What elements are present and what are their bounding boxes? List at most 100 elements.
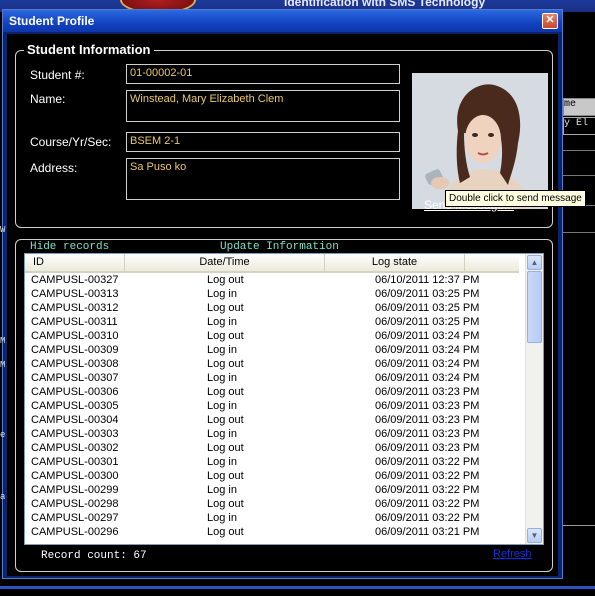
name-label: Name: <box>30 92 66 106</box>
background-fragment: W <box>0 225 6 235</box>
table-row[interactable]: CAMPUSL-00327 Log out 06/10/2011 12:37 PM <box>25 273 519 287</box>
row-id-cell: CAMPUSL-00301 <box>31 456 119 468</box>
student-photo-image <box>412 73 548 209</box>
row-log-state-cell: 06/09/2011 03:21 PM <box>375 526 480 538</box>
row-log-state-cell: 06/09/2011 03:22 PM <box>375 484 480 496</box>
row-id-cell: CAMPUSL-00303 <box>31 428 119 440</box>
table-row[interactable]: CAMPUSL-00310 Log out 06/09/2011 03:24 PM <box>25 329 519 343</box>
name-field[interactable]: Winstead, Mary Elizabeth Clem <box>126 90 400 122</box>
row-id-cell: CAMPUSL-00299 <box>31 484 119 496</box>
tooltip: Double click to send message <box>445 190 586 207</box>
table-row[interactable]: CAMPUSL-00298 Log out 06/09/2011 03:22 PM <box>25 497 519 511</box>
row-log-state-cell: 06/09/2011 03:22 PM <box>375 456 480 468</box>
column-header-datetime[interactable]: Date/Time <box>125 254 325 271</box>
row-log-state-cell: 06/09/2011 03:25 PM <box>375 302 480 314</box>
table-row[interactable]: CAMPUSL-00300 Log out 06/09/2011 03:22 PM <box>25 469 519 483</box>
row-log-state-cell: 06/09/2011 03:24 PM <box>375 372 480 384</box>
table-row[interactable]: CAMPUSL-00311 Log in 06/09/2011 03:25 PM <box>25 315 519 329</box>
table-row[interactable]: CAMPUSL-00299 Log in 06/09/2011 03:22 PM <box>25 483 519 497</box>
row-id-cell: CAMPUSL-00327 <box>31 274 119 286</box>
column-header-id[interactable]: ID <box>25 254 125 271</box>
refresh-link[interactable]: Refresh <box>493 548 532 560</box>
row-id-cell: CAMPUSL-00309 <box>31 344 119 356</box>
background-divider <box>563 525 595 526</box>
table-row[interactable]: CAMPUSL-00296 Log out 06/09/2011 03:21 PM <box>25 525 519 539</box>
row-id-cell: CAMPUSL-00304 <box>31 414 119 426</box>
row-id-cell: CAMPUSL-00307 <box>31 372 119 384</box>
row-log-state-cell: 06/09/2011 03:23 PM <box>375 414 480 426</box>
background-divider <box>563 232 595 233</box>
row-id-cell: CAMPUSL-00313 <box>31 288 119 300</box>
log-records-list[interactable]: ID Date/Time Log state CAMPUSL-00327 Log … <box>24 253 544 545</box>
background-fragment: e <box>0 430 6 440</box>
table-row[interactable]: CAMPUSL-00312 Log out 06/09/2011 03:25 PM <box>25 301 519 315</box>
background-fragment: M <box>0 360 6 370</box>
close-button[interactable]: ✕ <box>542 13 558 29</box>
background-divider <box>563 150 595 151</box>
background-fragment: me <box>564 99 577 110</box>
row-log-state-cell: 06/09/2011 03:22 PM <box>375 470 480 482</box>
row-log-state-cell: 06/09/2011 03:25 PM <box>375 316 480 328</box>
row-log-state-cell: 06/09/2011 03:24 PM <box>375 330 480 342</box>
table-row[interactable]: CAMPUSL-00297 Log in 06/09/2011 03:22 PM <box>25 511 519 525</box>
student-number-field[interactable]: 01-00002-01 <box>126 64 400 84</box>
background-divider <box>563 175 595 176</box>
record-count: Record count: 67 <box>41 550 147 562</box>
course-label: Course/Yr/Sec: <box>30 135 112 149</box>
row-id-cell: CAMPUSL-00306 <box>31 386 119 398</box>
address-label: Address: <box>30 161 78 175</box>
table-row[interactable]: CAMPUSL-00308 Log out 06/09/2011 03:24 PM <box>25 357 519 371</box>
row-log-state-cell: 06/09/2011 03:23 PM <box>375 400 480 412</box>
scroll-up-button[interactable]: ▲ <box>527 255 542 270</box>
row-id-cell: CAMPUSL-00308 <box>31 358 119 370</box>
row-id-cell: CAMPUSL-00298 <box>31 498 119 510</box>
row-log-state-cell: 06/09/2011 03:23 PM <box>375 386 480 398</box>
table-row[interactable]: CAMPUSL-00306 Log out 06/09/2011 03:23 PM <box>25 385 519 399</box>
vertical-scrollbar[interactable]: ▲ ▼ <box>525 254 543 544</box>
scroll-down-button[interactable]: ▼ <box>527 528 542 543</box>
background-fragment: y El <box>564 118 589 129</box>
row-log-state-cell: 06/09/2011 03:25 PM <box>375 288 480 300</box>
scroll-thumb[interactable] <box>527 271 542 343</box>
row-id-cell: CAMPUSL-00311 <box>31 316 118 328</box>
table-row[interactable]: CAMPUSL-00301 Log in 06/09/2011 03:22 PM <box>25 455 519 469</box>
row-id-cell: CAMPUSL-00300 <box>31 470 119 482</box>
table-row[interactable]: CAMPUSL-00303 Log in 06/09/2011 03:23 PM <box>25 427 519 441</box>
list-header: ID Date/Time Log state <box>25 254 519 273</box>
student-profile-dialog: Student Profile ✕ Student Information St… <box>2 9 586 579</box>
course-field[interactable]: BSEM 2-1 <box>126 132 400 152</box>
column-header-log-state[interactable]: Log state <box>325 254 465 271</box>
student-number-label: Student #: <box>30 68 85 82</box>
table-row[interactable]: CAMPUSL-00304 Log out 06/09/2011 03:23 PM <box>25 413 519 427</box>
background-app-title: Identification with SMS Technology <box>284 0 486 9</box>
address-field[interactable]: Sa Puso ko <box>126 158 400 200</box>
table-row[interactable]: CAMPUSL-00313 Log in 06/09/2011 03:25 PM <box>25 287 519 301</box>
dialog-client-area: Student Information Student #: 01-00002-… <box>7 34 586 576</box>
list-rows: CAMPUSL-00327 Log out 06/10/2011 12:37 PM C… <box>25 273 519 539</box>
background-bottom-bar <box>0 586 595 589</box>
row-log-state-cell: 06/09/2011 03:24 PM <box>375 344 480 356</box>
table-row[interactable]: CAMPUSL-00309 Log in 06/09/2011 03:24 PM <box>25 343 519 357</box>
table-row[interactable]: CAMPUSL-00307 Log in 06/09/2011 03:24 PM <box>25 371 519 385</box>
row-log-state-cell: 06/10/2011 12:37 PM <box>375 274 480 286</box>
background-field: y El <box>563 117 595 135</box>
group-legend: Student Information <box>24 42 154 57</box>
row-log-state-cell: 06/09/2011 03:23 PM <box>375 428 480 440</box>
row-id-cell: CAMPUSL-00305 <box>31 400 119 412</box>
row-id-cell: CAMPUSL-00302 <box>31 442 119 454</box>
row-log-state-cell: 06/09/2011 03:22 PM <box>375 498 480 510</box>
table-row[interactable]: CAMPUSL-00305 Log in 06/09/2011 03:23 PM <box>25 399 519 413</box>
row-id-cell: CAMPUSL-00310 <box>31 330 119 342</box>
student-photo[interactable] <box>412 73 548 209</box>
row-log-state-cell: 06/09/2011 03:24 PM <box>375 358 480 370</box>
background-field: me <box>563 98 595 116</box>
title-bar[interactable]: Student Profile ✕ <box>3 10 562 32</box>
window-title: Student Profile <box>9 14 95 28</box>
row-id-cell: CAMPUSL-00297 <box>31 512 119 524</box>
row-id-cell: CAMPUSL-00312 <box>31 302 119 314</box>
row-id-cell: CAMPUSL-00296 <box>31 526 119 538</box>
row-log-state-cell: 06/09/2011 03:23 PM <box>375 442 480 454</box>
table-row[interactable]: CAMPUSL-00302 Log out 06/09/2011 03:23 PM <box>25 441 519 455</box>
background-fragment: M <box>0 336 6 346</box>
row-log-state-cell: 06/09/2011 03:22 PM <box>375 512 480 524</box>
